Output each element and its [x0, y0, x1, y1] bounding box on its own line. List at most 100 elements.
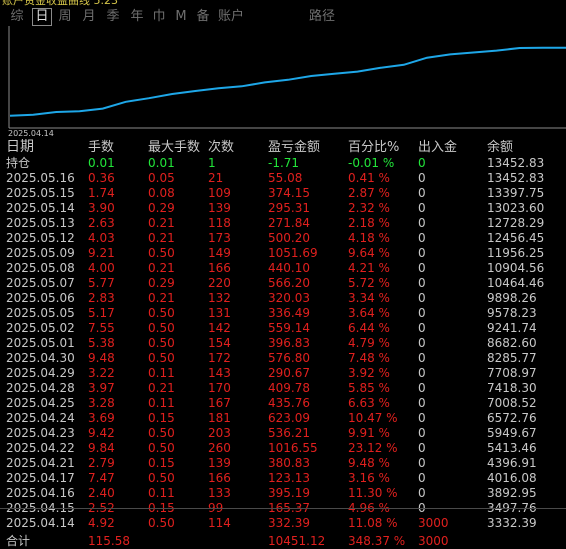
cell-max-lots: 0.01 [148, 156, 175, 170]
cell-lots: 5.38 [88, 336, 115, 350]
cell-pct: 5.72 % [348, 276, 390, 290]
cell-pnl: 55.08 [268, 171, 303, 185]
cell-pct: 5.85 % [348, 381, 390, 395]
cell-flow: 0 [418, 186, 426, 200]
tab-10[interactable]: 路径 [304, 8, 340, 26]
cell-max-lots: 0.15 [148, 456, 175, 470]
table-row: 2025.04.28 3.97 0.21 170 409.78 5.85 % 0 7418.3… [0, 381, 566, 396]
table-row: 2025.05.16 0.36 0.05 21 55.08 0.41 % 0 13452.83 [0, 171, 566, 186]
cell-lots: 9.21 [88, 246, 115, 260]
cell-flow: 0 [418, 246, 426, 260]
cell-count: 173 [208, 231, 231, 245]
cell-lots: 3.28 [88, 396, 115, 410]
tab-9[interactable]: 账户 [216, 8, 246, 26]
cell-count: 220 [208, 276, 231, 290]
cell-pct: 7.48 % [348, 351, 390, 365]
header-flow: 出入金 [418, 140, 458, 155]
cell-date: 2025.04.25 [6, 396, 75, 410]
cell-date: 2025.05.16 [6, 171, 75, 185]
header-date: 日期 [6, 139, 34, 155]
cell-pnl: 559.14 [268, 321, 310, 335]
total-label: 合计 [6, 534, 31, 548]
tab-8[interactable]: 备 [194, 8, 212, 26]
cell-flow: 0 [418, 306, 426, 320]
cell-pct: 6.44 % [348, 321, 390, 335]
holding-row: 持仓 0.01 0.01 1 -1.71 -0.01 % 0 13452.83 [0, 156, 566, 171]
cell-balance: 9898.26 [487, 291, 537, 305]
tab-6[interactable]: 巾 [150, 8, 168, 26]
cell-count: 203 [208, 426, 231, 440]
header-pnl: 盈亏金额 [268, 140, 321, 155]
table-row: 2025.04.17 7.47 0.50 166 123.13 3.16 % 0 4016.0… [0, 471, 566, 486]
cell-date: 2025.05.08 [6, 261, 75, 275]
cell-pnl: 332.39 [268, 516, 310, 530]
cell-flow: 0 [418, 441, 426, 455]
cell-date: 2025.04.29 [6, 366, 75, 380]
cell-max-lots: 0.50 [148, 306, 175, 320]
cell-count: 109 [208, 186, 231, 200]
cell-balance: 13452.83 [487, 171, 545, 185]
cell-pnl: -1.71 [268, 156, 300, 170]
cell-balance: 13452.83 [487, 156, 545, 170]
cell-max-lots: 0.29 [148, 276, 175, 290]
tab-0[interactable]: 综 [8, 8, 26, 26]
tab-1[interactable]: 日 [32, 8, 52, 26]
cell-count: 133 [208, 486, 231, 500]
cell-count: 154 [208, 336, 231, 350]
table-row: 2025.05.12 4.03 0.21 173 500.20 4.18 % 0 12456.… [0, 231, 566, 246]
cell-count: 149 [208, 246, 231, 260]
cell-balance: 7708.97 [487, 366, 537, 380]
cell-max-lots: 0.50 [148, 336, 175, 350]
cell-pnl: 576.80 [268, 351, 310, 365]
cell-balance: 9578.23 [487, 306, 537, 320]
header-pct: 百分比% [348, 140, 400, 155]
cell-lots: 1.74 [88, 186, 115, 200]
cell-count: 114 [208, 516, 231, 530]
tab-7[interactable]: M [172, 8, 190, 26]
cell-pnl: 374.15 [268, 186, 310, 200]
cell-count: 172 [208, 351, 231, 365]
cell-pnl: 1051.69 [268, 246, 318, 260]
table-row: 2025.04.24 3.69 0.15 181 623.09 10.47 % 0 6572.… [0, 411, 566, 426]
table-row: 2025.04.16 2.40 0.11 133 395.19 11.30 % 0 3892.… [0, 486, 566, 501]
cell-pct: 3.64 % [348, 306, 390, 320]
cell-flow: 0 [418, 456, 426, 470]
cell-pnl: 336.49 [268, 306, 310, 320]
total-divider [0, 508, 566, 509]
tab-2[interactable]: 周 [56, 8, 74, 26]
cell-pct: 4.79 % [348, 336, 390, 350]
cell-lots: 2.40 [88, 486, 115, 500]
cell-date: 持仓 [6, 156, 31, 170]
cell-max-lots: 0.21 [148, 261, 175, 275]
cell-flow: 0 [418, 486, 426, 500]
window-title: 账户资金收益曲线 5.23 [2, 0, 118, 7]
cell-count: 139 [208, 456, 231, 470]
tab-3[interactable]: 月 [80, 8, 98, 26]
header-balance: 余额 [487, 140, 514, 155]
cell-pnl: 435.76 [268, 396, 310, 410]
cell-pnl: 566.20 [268, 276, 310, 290]
cell-pct: 11.30 % [348, 486, 398, 500]
cell-flow: 0 [418, 471, 426, 485]
total-row: 合计 115.58 10451.12 348.37 % 3000 [0, 534, 566, 549]
equity-line [9, 46, 566, 117]
cell-pnl: 123.13 [268, 471, 310, 485]
table-row: 2025.05.06 2.83 0.21 132 320.03 3.34 % 0 9898.2… [0, 291, 566, 306]
table-row: 2025.05.05 5.17 0.50 131 336.49 3.64 % 0 9578.2… [0, 306, 566, 321]
cell-lots: 3.90 [88, 201, 115, 215]
cell-balance: 5949.67 [487, 426, 537, 440]
cell-max-lots: 0.21 [148, 291, 175, 305]
cell-balance: 4016.08 [487, 471, 537, 485]
cell-date: 2025.04.16 [6, 486, 75, 500]
table-row: 2025.05.09 9.21 0.50 149 1051.69 9.64 % 0 11956… [0, 246, 566, 261]
tab-4[interactable]: 季 [104, 8, 122, 26]
cell-pnl: 409.78 [268, 381, 310, 395]
cell-pct: 9.48 % [348, 456, 390, 470]
tab-5[interactable]: 年 [128, 8, 146, 26]
cell-max-lots: 0.50 [148, 246, 175, 260]
cell-count: 118 [208, 216, 231, 230]
header-lots: 手数 [88, 140, 115, 155]
cell-max-lots: 0.11 [148, 366, 175, 380]
cell-pct: 11.08 % [348, 516, 398, 530]
cell-flow: 0 [418, 231, 426, 245]
